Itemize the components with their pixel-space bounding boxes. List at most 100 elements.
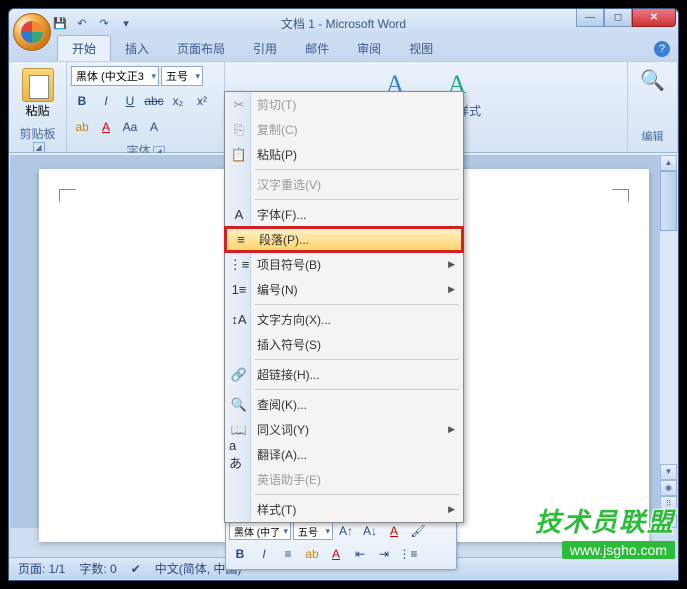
tab-review[interactable]: 审阅: [343, 36, 395, 61]
menu-item[interactable]: 🔍查阅(K)...: [225, 392, 463, 417]
tab-mail[interactable]: 邮件: [291, 36, 343, 61]
menu-separator: [255, 359, 459, 360]
menu-item-label: 文字方向(X)...: [257, 311, 331, 328]
status-page[interactable]: 页面: 1/1: [18, 560, 65, 577]
font-family-combo[interactable]: 黑体 (中文正3: [71, 66, 159, 86]
paste-label: 粘贴: [25, 102, 49, 119]
window-buttons: — ◻ ✕: [576, 9, 676, 27]
mini-bullets-button[interactable]: ⋮≡: [397, 543, 419, 565]
vertical-scrollbar[interactable]: ▲ ▼ ◉ ⠿ ◉: [659, 155, 677, 528]
underline-button[interactable]: U: [119, 90, 141, 112]
menu-separator: [255, 169, 459, 170]
menu-item[interactable]: ⋮≡ 项目符号(B) ▶: [225, 252, 463, 277]
menu-item-label: 插入符号(S): [257, 336, 321, 353]
superscript-button[interactable]: x²: [191, 90, 213, 112]
submenu-arrow-icon: ▶: [448, 424, 455, 435]
menu-item[interactable]: A字体(F)...: [225, 202, 463, 227]
menu-item-label: 超链接(H)...: [257, 366, 320, 383]
font-color-button[interactable]: A: [95, 116, 117, 138]
tab-layout[interactable]: 页面布局: [163, 36, 239, 61]
menu-item[interactable]: 📖同义词(Y)▶: [225, 417, 463, 442]
mini-size-combo[interactable]: 五号: [293, 522, 333, 540]
menu-item-icon: [229, 470, 249, 490]
scroll-up-icon[interactable]: ▲: [660, 155, 677, 171]
scroll-thumb[interactable]: [660, 171, 677, 231]
scroll-down-icon[interactable]: ▼: [660, 464, 677, 480]
paste-button[interactable]: 粘贴: [13, 64, 62, 123]
menu-item-icon: ✂: [229, 95, 249, 115]
ribbon-tabs: 开始 插入 页面布局 引用 邮件 审阅 视图 ?: [9, 37, 678, 61]
menu-item-icon: 1≡: [229, 280, 249, 300]
status-proof-icon[interactable]: ✔: [131, 562, 141, 576]
mini-bold-button[interactable]: B: [229, 543, 251, 565]
close-button[interactable]: ✕: [632, 9, 676, 27]
menu-item-label: 复制(C): [257, 121, 298, 138]
menu-item[interactable]: aあ翻译(A)...: [225, 442, 463, 467]
redo-icon[interactable]: ↷: [95, 14, 113, 32]
char-shading-button[interactable]: Aa: [119, 116, 141, 138]
subscript-button[interactable]: x₂: [167, 90, 189, 112]
help-icon[interactable]: ?: [654, 41, 670, 57]
office-button[interactable]: [13, 13, 51, 51]
menu-item[interactable]: ↕A 文字方向(X)...: [225, 307, 463, 332]
menu-item-icon: 📋: [229, 145, 249, 165]
menu-item-icon: [229, 500, 249, 520]
menu-item-icon: 🔍: [229, 395, 249, 415]
italic-button[interactable]: I: [95, 90, 117, 112]
tab-insert[interactable]: 插入: [111, 36, 163, 61]
mini-highlight-button[interactable]: ab: [301, 543, 323, 565]
mini-font-combo[interactable]: 黑体 (中了: [229, 522, 291, 540]
menu-item-label: 汉字重选(V): [257, 176, 321, 193]
paste-icon: [22, 68, 54, 102]
save-icon[interactable]: 💾: [51, 14, 69, 32]
menu-item-label: 编号(N): [257, 281, 298, 298]
format-painter-button[interactable]: 🖌: [407, 520, 429, 542]
maximize-button[interactable]: ◻: [604, 9, 632, 27]
mini-indent-inc-button[interactable]: ⇥: [373, 543, 395, 565]
prev-page-icon[interactable]: ◉: [660, 480, 677, 496]
watermark-text: 技术员联盟: [535, 502, 675, 539]
status-words[interactable]: 字数: 0: [79, 560, 116, 577]
bold-button[interactable]: B: [71, 90, 93, 112]
context-menu: ✂剪切(T)⎘复制(C)📋粘贴(P)汉字重选(V)A字体(F)...≡段落(P)…: [224, 91, 464, 523]
menu-item[interactable]: 1≡编号(N)▶: [225, 277, 463, 302]
minimize-button[interactable]: —: [576, 9, 604, 27]
editing-label: 编辑: [642, 126, 664, 146]
mini-font-color-button[interactable]: A: [325, 543, 347, 565]
tab-references[interactable]: 引用: [239, 36, 291, 61]
menu-item[interactable]: 插入符号(S): [225, 332, 463, 357]
tab-view[interactable]: 视图: [395, 36, 447, 61]
tab-home[interactable]: 开始: [57, 35, 111, 61]
menu-separator: [255, 389, 459, 390]
menu-item[interactable]: 📋粘贴(P): [225, 142, 463, 167]
highlight-button[interactable]: ab: [71, 116, 93, 138]
shrink-font-button[interactable]: A↓: [359, 520, 381, 542]
menu-item-label: 项目符号(B): [257, 256, 321, 273]
menu-separator: [255, 494, 459, 495]
mini-center-button[interactable]: ≡: [277, 543, 299, 565]
mini-indent-dec-button[interactable]: ⇤: [349, 543, 371, 565]
menu-item-icon: A: [229, 205, 249, 225]
font-size-combo[interactable]: 五号: [161, 66, 203, 86]
find-icon[interactable]: 🔍: [640, 68, 665, 93]
watermark-url: www.jsgho.com: [562, 541, 675, 559]
menu-item-label: 段落(P)...: [259, 231, 309, 248]
menu-item-label: 样式(T): [257, 501, 296, 518]
undo-icon[interactable]: ↶: [73, 14, 91, 32]
menu-item-icon: ⋮≡: [229, 255, 249, 275]
menu-item[interactable]: 样式(T)▶: [225, 497, 463, 522]
menu-separator: [255, 304, 459, 305]
qat-dropdown-icon[interactable]: ▾: [117, 14, 135, 32]
menu-item[interactable]: ≡段落(P)...: [224, 226, 464, 253]
menu-item[interactable]: 🔗超链接(H)...: [225, 362, 463, 387]
strike-button[interactable]: abc: [143, 90, 165, 112]
mini-italic-button[interactable]: I: [253, 543, 275, 565]
titlebar: 💾 ↶ ↷ ▾ 文档 1 - Microsoft Word — ◻ ✕: [9, 9, 678, 37]
menu-item-label: 剪切(T): [257, 96, 296, 113]
char-border-button[interactable]: A: [143, 116, 165, 138]
menu-item-icon: ↕A: [229, 310, 249, 330]
menu-item-label: 英语助手(E): [257, 471, 321, 488]
grow-font-button[interactable]: A↑: [335, 520, 357, 542]
mini-style-button[interactable]: A: [383, 520, 405, 542]
submenu-arrow-icon: ▶: [448, 259, 455, 270]
